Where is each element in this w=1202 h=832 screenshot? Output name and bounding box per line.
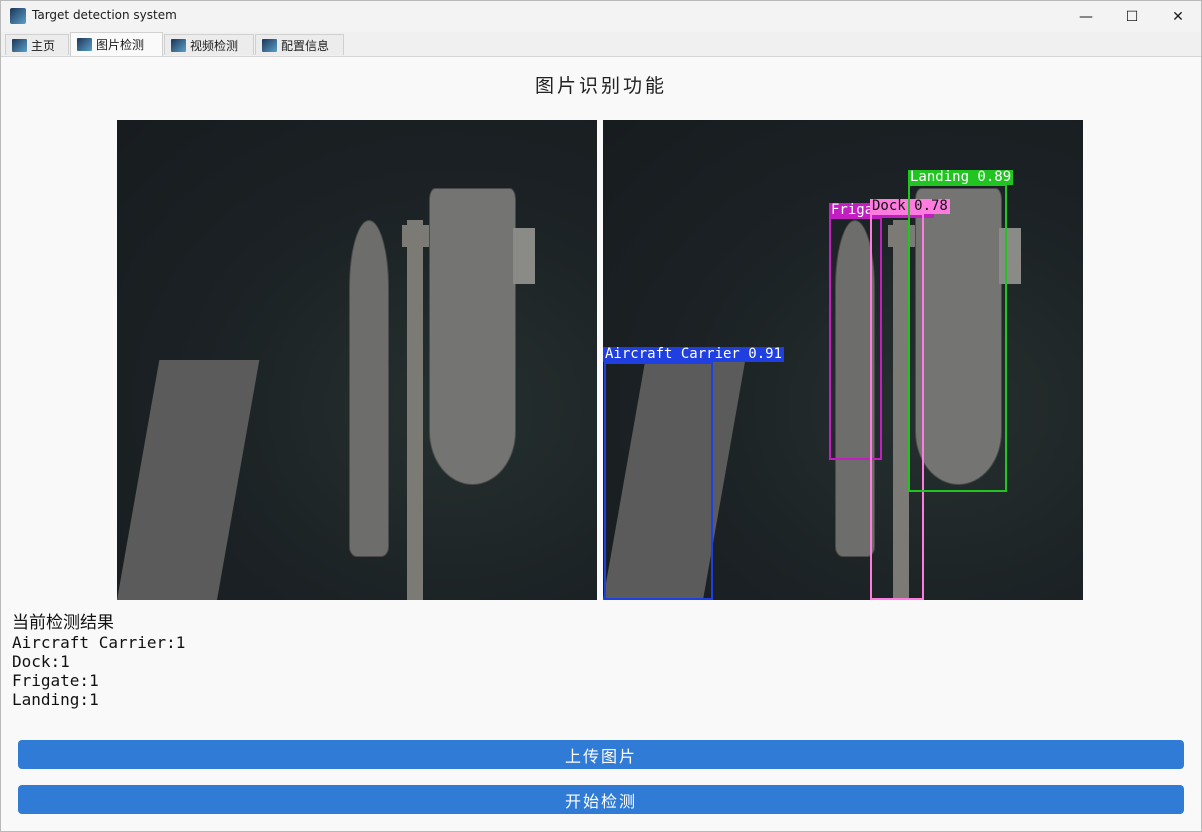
bbox-label-landing: Landing 0.89 <box>908 169 1014 185</box>
tab-bar: 主页 图片检测 视频检测 配置信息 <box>1 32 1201 57</box>
detection-result-image: Aircraft Carrier 0.91 Frigate 0.78 Dock … <box>603 120 1083 600</box>
app-logo-icon <box>12 38 27 52</box>
pier <box>407 220 423 600</box>
tab-label: 配置信息 <box>281 38 330 53</box>
detection-results: 当前检测结果 Aircraft Carrier:1 Dock:1 Frigate… <box>12 613 186 710</box>
bbox-aircraft-carrier <box>604 362 713 600</box>
bbox-label-aircraft-carrier: Aircraft Carrier 0.91 <box>603 346 785 362</box>
app-icon <box>10 8 26 24</box>
frigate-ship <box>349 220 389 557</box>
tab-config[interactable]: 配置信息 <box>255 34 344 55</box>
tab-label: 视频检测 <box>190 38 239 53</box>
result-line: Dock:1 <box>12 652 70 671</box>
title-bar: Target detection system — ☐ ✕ <box>1 1 1201 32</box>
upload-image-button[interactable]: 上传图片 <box>18 740 1184 769</box>
maximize-button[interactable]: ☐ <box>1109 1 1155 32</box>
results-heading: 当前检测结果 <box>12 613 114 633</box>
tab-home[interactable]: 主页 <box>5 34 69 55</box>
result-line: Aircraft Carrier:1 <box>12 633 186 652</box>
dock-platform <box>513 228 535 284</box>
tab-video-detection[interactable]: 视频检测 <box>164 34 254 55</box>
app-logo-icon <box>262 38 277 52</box>
app-logo-icon <box>171 38 186 52</box>
tab-label: 主页 <box>31 38 56 53</box>
close-button[interactable]: ✕ <box>1155 1 1201 32</box>
landing-ship <box>429 188 516 485</box>
app-window: Target detection system — ☐ ✕ 主页 图片检测 视频… <box>0 0 1202 832</box>
app-logo-icon <box>77 38 92 51</box>
result-line: Landing:1 <box>12 690 99 709</box>
result-line: Frigate:1 <box>12 671 99 690</box>
tab-label: 图片检测 <box>96 38 145 52</box>
minimize-button[interactable]: — <box>1063 1 1109 32</box>
start-detection-button[interactable]: 开始检测 <box>18 785 1184 814</box>
original-image <box>117 120 597 600</box>
window-title: Target detection system <box>32 8 177 22</box>
page-title: 图片识别功能 <box>534 75 667 97</box>
tab-image-detection[interactable]: 图片检测 <box>70 32 163 56</box>
bbox-landing <box>908 184 1007 492</box>
